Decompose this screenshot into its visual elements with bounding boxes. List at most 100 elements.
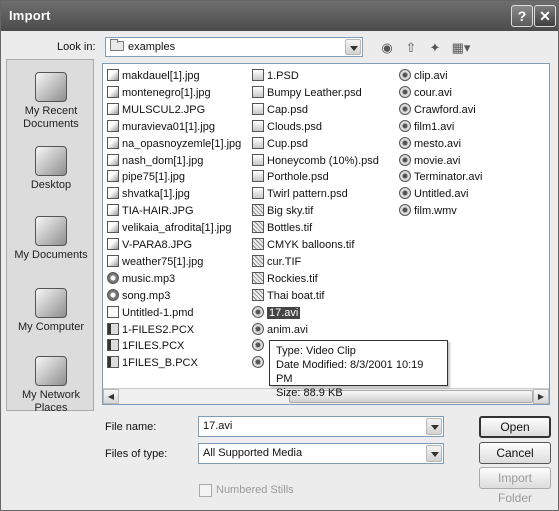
avi-file-icon bbox=[399, 102, 411, 115]
import-folder-button[interactable]: Import Folder bbox=[479, 467, 551, 505]
pcx-file-icon bbox=[107, 322, 119, 335]
file-name: Rockies.tif bbox=[267, 272, 318, 285]
list-item[interactable]: shvatka[1].jpg bbox=[107, 186, 190, 202]
recent-documents-icon bbox=[35, 72, 67, 102]
avi-file-icon bbox=[399, 187, 411, 200]
tif-file-icon bbox=[252, 221, 264, 234]
file-name: 17.avi bbox=[267, 306, 301, 319]
title-bar: Import ? ✕ bbox=[1, 1, 558, 31]
list-item[interactable]: anim.avi bbox=[252, 322, 308, 338]
list-item[interactable] bbox=[252, 355, 267, 371]
list-item[interactable]: Honeycomb (10%).psd bbox=[252, 153, 379, 169]
list-item[interactable]: 1FILES.PCX bbox=[107, 338, 184, 354]
list-item[interactable] bbox=[252, 338, 267, 354]
chevron-down-icon[interactable] bbox=[426, 418, 442, 435]
chevron-down-icon[interactable] bbox=[345, 39, 361, 55]
tif-file-icon bbox=[252, 254, 264, 267]
list-item[interactable]: muravieva01[1].jpg bbox=[107, 119, 215, 135]
place-my-computer[interactable]: My Computer bbox=[7, 288, 95, 334]
list-item[interactable]: Terminator.avi bbox=[399, 169, 482, 185]
file-name: Porthole.psd bbox=[267, 171, 329, 184]
jpg-file-icon bbox=[107, 221, 119, 234]
file-name: Twirl pattern.psd bbox=[267, 188, 348, 201]
place-desktop[interactable]: Desktop bbox=[7, 146, 95, 192]
files-of-type-dropdown[interactable]: All Supported Media bbox=[198, 443, 444, 464]
new-folder-icon[interactable]: ✦ bbox=[425, 39, 445, 57]
list-item[interactable]: Cup.psd bbox=[252, 136, 308, 152]
list-item[interactable]: 1.PSD bbox=[252, 68, 299, 84]
list-item[interactable]: weather75[1].jpg bbox=[107, 254, 203, 270]
list-item[interactable]: pipe75[1].jpg bbox=[107, 169, 185, 185]
list-item[interactable]: 1-FILES2.PCX bbox=[107, 322, 194, 338]
help-button[interactable]: ? bbox=[511, 5, 533, 27]
file-name: CMYK balloons.tif bbox=[267, 239, 355, 251]
list-item[interactable]: Rockies.tif bbox=[252, 271, 318, 287]
list-item[interactable]: makdauel[1].jpg bbox=[107, 68, 200, 84]
list-item[interactable]: Untitled-1.pmd bbox=[107, 305, 194, 321]
file-name: nash_dom[1].jpg bbox=[122, 154, 204, 167]
file-name: Terminator.avi bbox=[414, 171, 483, 184]
list-item[interactable]: song.mp3 bbox=[107, 288, 170, 304]
file-name: shvatka[1].jpg bbox=[122, 188, 190, 201]
list-item[interactable]: Bumpy Leather.psd bbox=[252, 85, 362, 101]
up-folder-icon[interactable]: ⇧ bbox=[401, 39, 421, 57]
list-item[interactable]: velikaia_afrodita[1].jpg bbox=[107, 220, 231, 236]
list-item[interactable]: Thai boat.tif bbox=[252, 288, 324, 304]
list-item[interactable]: CMYK balloons.tif bbox=[252, 237, 354, 253]
place-my-documents[interactable]: My Documents bbox=[7, 216, 95, 262]
list-item[interactable]: cur.TIF bbox=[252, 254, 301, 270]
list-item[interactable]: TIA-HAIR.JPG bbox=[107, 203, 194, 219]
list-item[interactable]: na_opasnoyzemle[1].jpg bbox=[107, 136, 241, 152]
back-icon[interactable]: ◉ bbox=[377, 39, 397, 57]
psd-file-icon bbox=[252, 102, 264, 115]
file-name: film1.avi bbox=[414, 120, 455, 133]
psd-file-icon bbox=[252, 119, 264, 132]
list-item[interactable]: Twirl pattern.psd bbox=[252, 186, 348, 202]
avi-file-icon bbox=[399, 85, 411, 98]
list-item[interactable]: mesto.avi bbox=[399, 136, 461, 152]
list-item[interactable]: clip.avi bbox=[399, 68, 448, 84]
look-in-dropdown[interactable]: examples bbox=[105, 37, 363, 57]
scroll-left-icon[interactable]: ◀ bbox=[103, 389, 119, 404]
list-item[interactable]: Bottles.tif bbox=[252, 220, 312, 236]
view-menu-icon[interactable]: ▦▾ bbox=[449, 39, 473, 57]
place-my-recent-documents[interactable]: My Recent Documents bbox=[7, 72, 95, 131]
list-item[interactable]: Cap.psd bbox=[252, 102, 308, 118]
chevron-down-icon[interactable] bbox=[426, 445, 442, 462]
avi-file-icon bbox=[399, 153, 411, 166]
cancel-button[interactable]: Cancel bbox=[479, 442, 551, 464]
numbered-stills-checkbox[interactable] bbox=[199, 484, 212, 497]
place-my-network-places[interactable]: My Network Places bbox=[7, 356, 95, 415]
list-item[interactable]: music.mp3 bbox=[107, 271, 175, 287]
tooltip-modified: Date Modified: 8/3/2001 10:19 PM bbox=[276, 359, 424, 385]
list-item[interactable]: nash_dom[1].jpg bbox=[107, 153, 203, 169]
list-item[interactable]: cour.avi bbox=[399, 85, 452, 101]
list-item[interactable]: Clouds.psd bbox=[252, 119, 322, 135]
list-item[interactable]: 17.avi bbox=[252, 305, 301, 321]
avi-file-icon bbox=[252, 305, 264, 318]
file-name-label: File name: bbox=[105, 421, 157, 433]
avi-file-icon bbox=[399, 69, 411, 81]
list-item[interactable]: montenegro[1].jpg bbox=[107, 85, 211, 101]
list-item[interactable]: film.wmv bbox=[399, 203, 457, 219]
file-name: velikaia_afrodita[1].jpg bbox=[122, 222, 232, 235]
list-item[interactable]: MULSCUL2.JPG bbox=[107, 102, 205, 118]
file-name: 1.PSD bbox=[267, 70, 299, 82]
list-item[interactable]: film1.avi bbox=[399, 119, 454, 135]
close-button[interactable]: ✕ bbox=[534, 5, 556, 27]
list-item[interactable]: Porthole.psd bbox=[252, 169, 329, 185]
list-item[interactable]: Big sky.tif bbox=[252, 203, 313, 219]
file-name: montenegro[1].jpg bbox=[122, 86, 211, 99]
list-item[interactable]: 1FILES_B.PCX bbox=[107, 355, 198, 371]
open-button[interactable]: Open bbox=[479, 416, 551, 438]
list-item[interactable]: V-PARA8.JPG bbox=[107, 237, 192, 253]
jpg-file-icon bbox=[107, 238, 119, 250]
file-name: music.mp3 bbox=[122, 272, 176, 285]
tif-file-icon bbox=[252, 271, 264, 284]
scroll-right-icon[interactable]: ▶ bbox=[533, 389, 549, 404]
file-name-field[interactable]: 17.avi bbox=[198, 416, 444, 437]
list-item[interactable]: Crawford.avi bbox=[399, 102, 476, 118]
list-item[interactable]: movie.avi bbox=[399, 153, 460, 169]
dialog-title: Import bbox=[9, 8, 51, 23]
list-item[interactable]: Untitled.avi bbox=[399, 186, 468, 202]
